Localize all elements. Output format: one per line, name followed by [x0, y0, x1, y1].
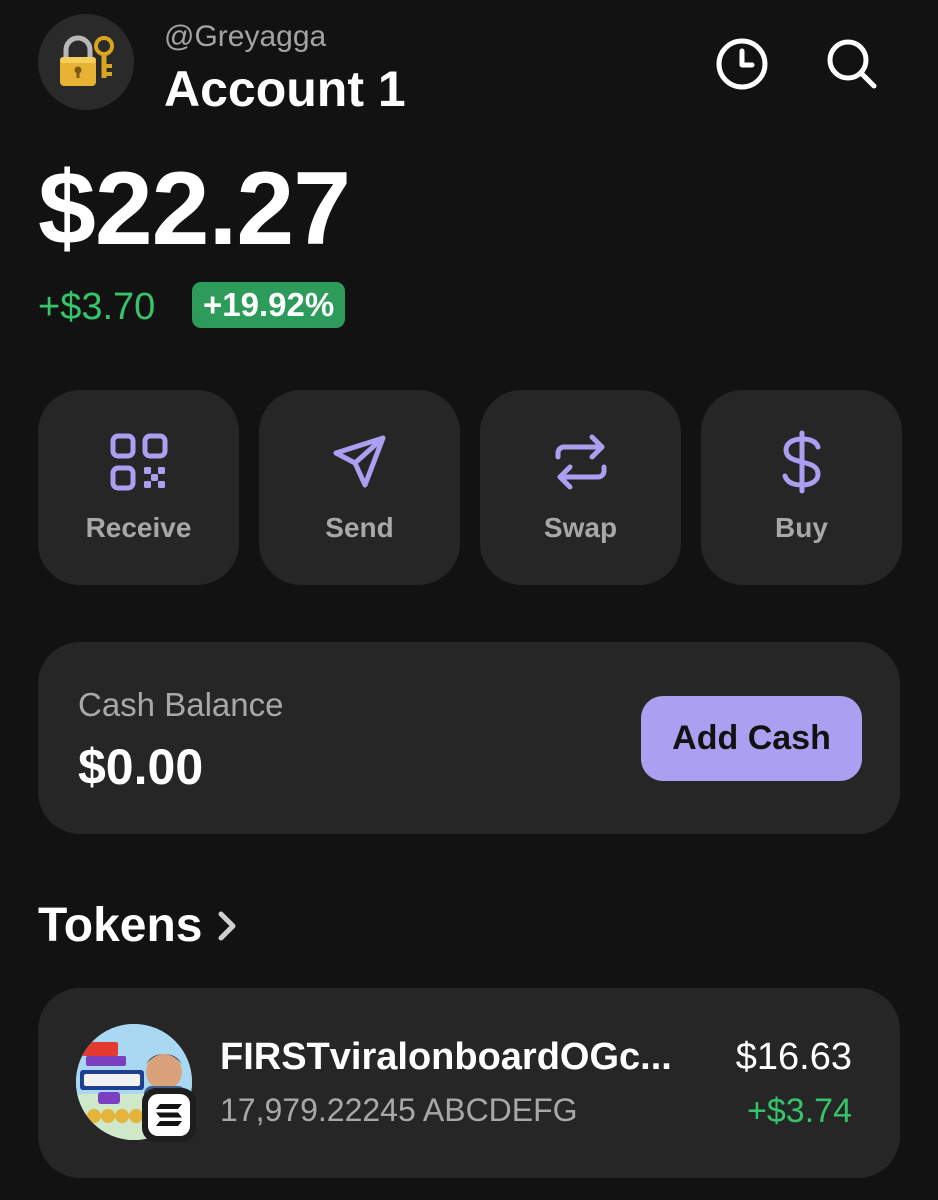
send-label: Send: [325, 512, 394, 543]
cash-balance-value: $0.00: [78, 739, 204, 795]
total-balance: $22.27: [38, 151, 351, 267]
search-icon: [827, 39, 877, 89]
action-bar: Receive Send Swap Buy: [38, 390, 902, 585]
swap-button[interactable]: Swap: [480, 390, 681, 585]
qr-code-icon: [110, 433, 167, 491]
send-icon: [333, 435, 385, 488]
cash-balance-card: Cash Balance $0.00 Add Cash: [38, 642, 900, 834]
chevron-right-icon: [218, 911, 236, 940]
clock-icon: [716, 38, 768, 90]
token-row[interactable]: FIRSTviralonboardOGc... 17,979.22245 ABC…: [38, 988, 900, 1178]
token-amount: 17,979.22245 ABCDEFG: [220, 1092, 578, 1128]
tokens-section-link[interactable]: Tokens: [38, 898, 238, 953]
swap-icon: [555, 434, 606, 490]
buy-button[interactable]: Buy: [701, 390, 902, 585]
buy-label: Buy: [775, 512, 828, 543]
balance-change-amount: +$3.70: [38, 286, 156, 328]
solana-icon: [156, 1104, 182, 1126]
locked-with-key-icon: [60, 35, 114, 86]
account-avatar[interactable]: [38, 14, 134, 110]
token-value: $16.63: [735, 1036, 852, 1078]
token-change: +$3.74: [747, 1092, 852, 1130]
chain-badge: [142, 1088, 196, 1142]
history-button[interactable]: [712, 34, 772, 94]
cash-balance-label: Cash Balance: [78, 686, 284, 723]
add-cash-button[interactable]: Add Cash: [641, 696, 862, 781]
account-handle: @Greyagga: [164, 20, 327, 53]
search-button[interactable]: [822, 34, 882, 94]
tokens-heading: Tokens: [38, 899, 203, 952]
account-name[interactable]: Account 1: [164, 60, 406, 118]
balance-change-percent-badge: +19.92%: [192, 282, 346, 328]
dollar-icon: [782, 430, 821, 494]
receive-label: Receive: [85, 512, 192, 543]
wallet-home: @Greyagga Account 1 $22.27 +$3.70 +19.92…: [0, 0, 938, 1200]
receive-button[interactable]: Receive: [38, 390, 239, 585]
swap-label: Swap: [543, 512, 618, 543]
token-name: FIRSTviralonboardOGc...: [220, 1036, 672, 1078]
send-button[interactable]: Send: [259, 390, 460, 585]
